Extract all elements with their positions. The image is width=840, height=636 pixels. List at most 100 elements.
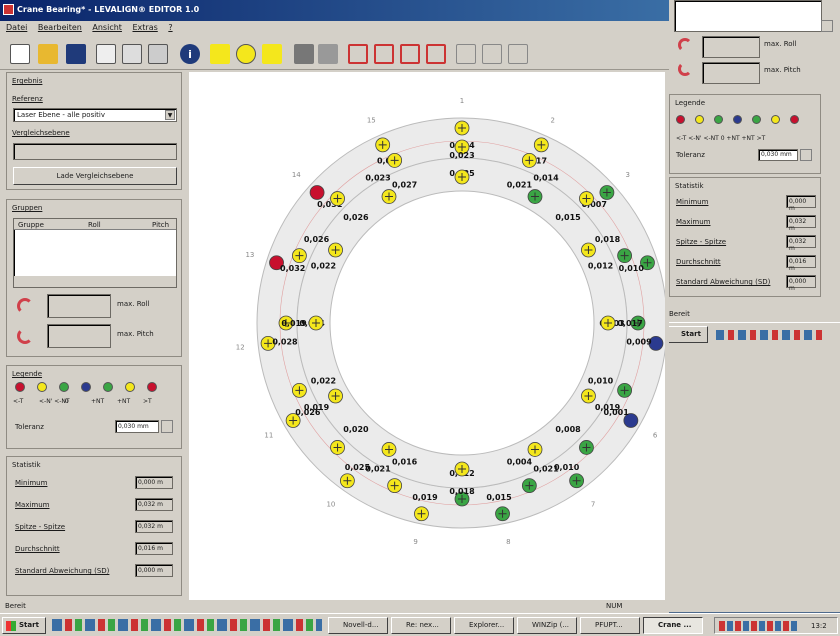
- middle_ring-measurement-point[interactable]: [521, 152, 537, 168]
- middle_ring-measurement-point[interactable]: [330, 440, 345, 455]
- taskbar-task[interactable]: PFUPT...: [580, 617, 640, 634]
- taskbar-task[interactable]: Re: nex...: [391, 617, 451, 634]
- toleranz-input-right[interactable]: 0,030 mm: [758, 149, 798, 161]
- legende-label: Legende: [12, 370, 43, 378]
- toleranz-spinner-right[interactable]: [800, 149, 812, 161]
- middle_ring-measurement-point[interactable]: [521, 478, 537, 494]
- target-icon[interactable]: [236, 44, 256, 64]
- inner_ring-measurement-point[interactable]: [581, 388, 596, 404]
- inner_ring-measurement-point[interactable]: [527, 442, 543, 457]
- header-roll[interactable]: Roll: [88, 221, 101, 229]
- bearing-diagram[interactable]: 0,02410,01720,00730,01040,00950,00160,01…: [189, 72, 686, 600]
- info-icon[interactable]: i: [180, 44, 200, 64]
- chart-1-icon[interactable]: [456, 44, 476, 64]
- dropdown-arrow-icon[interactable]: ▼: [165, 110, 175, 120]
- save-icon[interactable]: [66, 44, 86, 64]
- inner_ring-measurement-point[interactable]: [454, 169, 470, 185]
- point-value-label: 0,014: [533, 174, 559, 183]
- outer_ring-measurement-point[interactable]: [599, 185, 615, 200]
- title-bar[interactable]: Crane Bearing* - LEVALIGN® EDITOR 1.0: [0, 0, 669, 21]
- tray-icons[interactable]: [719, 621, 797, 631]
- outer_ring-measurement-point[interactable]: [533, 137, 549, 153]
- toleranz-input[interactable]: 0,030 mm: [115, 420, 159, 433]
- taskbar-task[interactable]: WINZip (...: [517, 617, 577, 634]
- header-pitch[interactable]: Pitch: [152, 221, 169, 229]
- open-folder-icon[interactable]: [38, 44, 58, 64]
- inner_ring-measurement-point[interactable]: [381, 189, 397, 204]
- menu-help[interactable]: ?: [168, 23, 172, 32]
- outer_ring-measurement-point[interactable]: [454, 120, 470, 136]
- legend-label: +NT: [91, 398, 105, 405]
- chart-2-icon[interactable]: [482, 44, 502, 64]
- menu-datei[interactable]: Datei: [6, 23, 27, 32]
- gruppen-table[interactable]: Gruppe Roll Pitch: [13, 218, 177, 288]
- legend-label: >T: [143, 398, 152, 405]
- printer-icon[interactable]: [148, 44, 168, 64]
- surface-icon[interactable]: [294, 44, 314, 64]
- inner_ring-measurement-point[interactable]: [581, 242, 596, 258]
- inner_ring-measurement-point[interactable]: [527, 189, 543, 204]
- layer-3-icon[interactable]: [400, 44, 420, 64]
- background-window[interactable]: max. Roll max. Pitch Legende <-T <-N' <-…: [665, 0, 840, 612]
- inner_ring-measurement-point[interactable]: [454, 461, 470, 477]
- middle_ring-measurement-point[interactable]: [291, 382, 307, 398]
- toleranz-spinner[interactable]: [161, 420, 173, 433]
- middle_ring-measurement-point[interactable]: [387, 152, 403, 168]
- middle_ring-measurement-point[interactable]: [387, 478, 403, 494]
- middle_ring-measurement-point[interactable]: [579, 191, 594, 206]
- chart-3-icon[interactable]: [508, 44, 528, 64]
- inner_ring-measurement-point[interactable]: [381, 442, 397, 457]
- groups-table[interactable]: [674, 0, 822, 32]
- max-roll-label: max. Roll: [764, 40, 797, 48]
- quicklaunch-icons-right[interactable]: [716, 330, 826, 340]
- outer_ring-measurement-point[interactable]: [414, 506, 429, 522]
- taskbar-task[interactable]: Explorer...: [454, 617, 514, 634]
- horizontal-scrollbar[interactable]: [14, 276, 176, 287]
- inner_ring-measurement-point[interactable]: [600, 315, 616, 331]
- legend-red-dot: [147, 382, 157, 392]
- measure-icon[interactable]: [210, 44, 230, 64]
- lade-vergleichsebene-button[interactable]: Lade Vergleichsebene: [13, 167, 177, 185]
- outer_ring-measurement-point[interactable]: [569, 473, 585, 489]
- inner_ring-measurement-point[interactable]: [308, 315, 324, 331]
- legend-yellow-dot: [37, 382, 47, 392]
- view-3d-icon[interactable]: [318, 44, 338, 64]
- middle_ring-measurement-point[interactable]: [617, 382, 633, 398]
- menu-extras[interactable]: Extras: [132, 23, 157, 32]
- inner_ring-measurement-point[interactable]: [328, 388, 343, 404]
- header-gruppe[interactable]: Gruppe: [18, 221, 44, 229]
- referenz-select[interactable]: Laser Ebene - alle positiv ▼: [13, 108, 177, 122]
- print-preview-icon[interactable]: [96, 44, 116, 64]
- point-value-label: 0,017: [617, 319, 642, 328]
- bearing-diagram-canvas[interactable]: 0,02410,01720,00730,01040,00950,00160,01…: [189, 72, 686, 600]
- middle_ring-measurement-point[interactable]: [291, 248, 307, 264]
- point-value-label: 0,019: [595, 403, 621, 412]
- outer_ring-measurement-point[interactable]: [375, 137, 391, 153]
- new-file-icon[interactable]: [10, 44, 30, 64]
- layer-2-icon[interactable]: [374, 44, 394, 64]
- zoom-icon[interactable]: [122, 44, 142, 64]
- taskbar-task[interactable]: Novell-d...: [328, 617, 388, 634]
- rotate-icon[interactable]: [262, 44, 282, 64]
- legend-yellow-dot: [125, 382, 135, 392]
- layer-4-icon[interactable]: [426, 44, 446, 64]
- outer_ring-measurement-point[interactable]: [339, 473, 355, 489]
- outer_ring-measurement-point[interactable]: [309, 185, 325, 200]
- layer-1-icon[interactable]: [348, 44, 368, 64]
- menu-ansicht[interactable]: Ansicht: [92, 23, 122, 32]
- menu-bearbeiten[interactable]: Bearbeiten: [38, 23, 82, 32]
- red-point-dot[interactable]: [309, 185, 325, 200]
- point-value-label: 0,023: [449, 151, 474, 160]
- middle_ring-measurement-point[interactable]: [579, 440, 594, 455]
- start-button[interactable]: Start: [2, 617, 46, 634]
- legend-blue-dot: [81, 382, 91, 392]
- start-button-right[interactable]: Start: [668, 326, 708, 343]
- inner_ring-measurement-point[interactable]: [328, 242, 343, 258]
- taskbar-task[interactable]: Crane ...: [643, 617, 703, 634]
- middle_ring-measurement-point[interactable]: [330, 191, 345, 206]
- status-bar: Bereit NUM: [0, 600, 669, 613]
- quicklaunch-icons[interactable]: [52, 619, 322, 631]
- outer_ring-measurement-point[interactable]: [495, 506, 510, 522]
- scroll-arrow-icon[interactable]: [821, 20, 833, 32]
- middle_ring-measurement-point[interactable]: [617, 248, 633, 264]
